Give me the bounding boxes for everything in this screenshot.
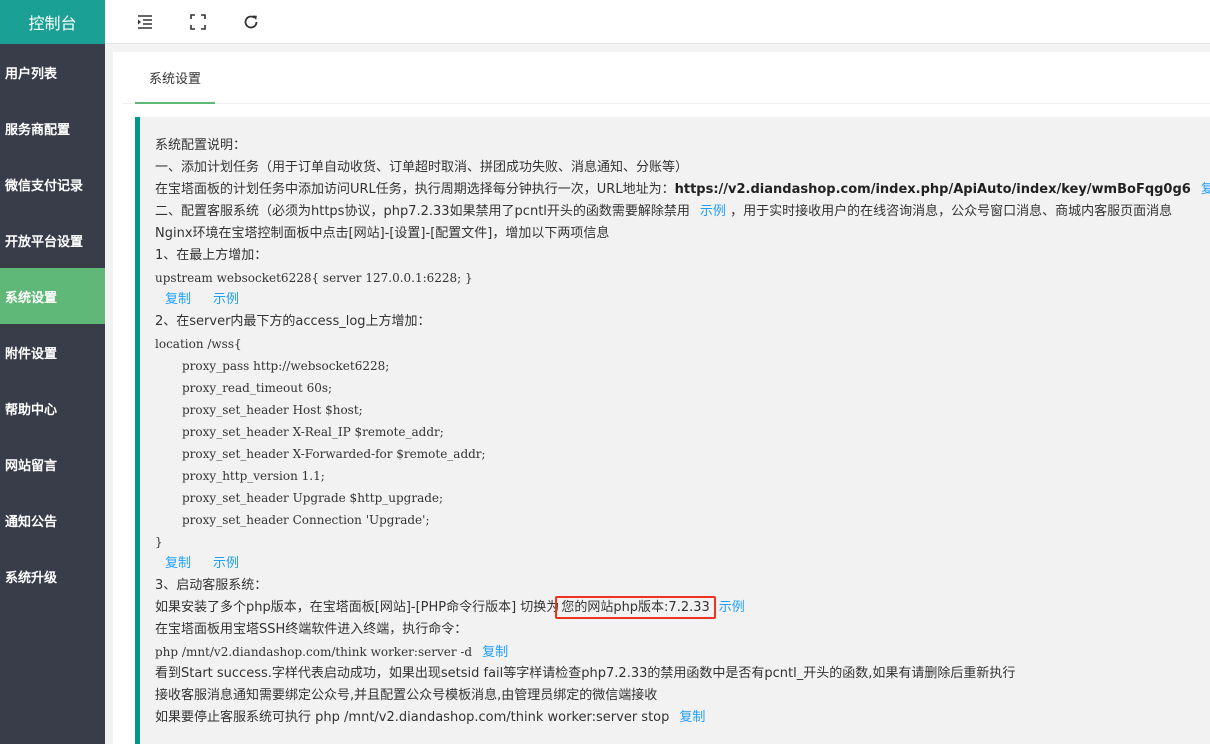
- sidebar-item-attachment-settings[interactable]: 附件设置: [0, 324, 105, 380]
- stop-instruction: 如果要停止客服系统可执行 php /mnt/v2.diandashop.com/…: [155, 707, 1210, 729]
- top-toolbar: [105, 0, 1210, 44]
- copy-stop-command-link[interactable]: 复制: [679, 710, 705, 725]
- upstream-actions: 复制 示例: [155, 289, 1210, 311]
- php-version-text: 如果安装了多个php版本，在宝塔面板[网站]-[PHP命令行版本] 切换为: [155, 600, 560, 615]
- code-line: proxy_pass http://websocket6228;: [182, 359, 390, 373]
- start-success-note: 看到Start success.字样代表启动成功，如果出现setsid fail…: [155, 666, 1016, 681]
- console-logo[interactable]: 控制台: [0, 0, 105, 44]
- step-cron-desc: 在宝塔面板的计划任务中添加访问URL任务，执行周期选择每分钟执行一次，URL地址…: [155, 179, 1210, 201]
- sidebar-item-open-platform[interactable]: 开放平台设置: [0, 212, 105, 268]
- code-line: proxy_set_header X-Real_IP $remote_addr;: [182, 425, 444, 439]
- location-close-code: }: [155, 535, 163, 549]
- nginx-instruction: Nginx环境在宝塔控制面板中点击[网站]-[设置]-[配置文件]，增加以下两项…: [155, 226, 610, 241]
- sidebar-item-announcements[interactable]: 通知公告: [0, 492, 105, 548]
- stop-command: php /mnt/v2.diandashop.com/think worker:…: [315, 710, 670, 725]
- sidebar-item-wechat-pay-records[interactable]: 微信支付记录: [0, 156, 105, 212]
- fullscreen-icon[interactable]: [183, 7, 213, 37]
- cron-url: https://v2.diandashop.com/index.php/ApiA…: [674, 182, 1191, 197]
- sidebar-item-system-upgrade[interactable]: 系统升级: [0, 548, 105, 604]
- copy-cron-url-link[interactable]: 复制: [1201, 182, 1210, 197]
- sidebar-item-system-settings[interactable]: 系统设置: [0, 268, 105, 324]
- step1-title: 1、在最上方增加：: [155, 248, 268, 263]
- service-title-rest: ，用于实时接收用户的在线咨询消息，公众号窗口消息、商城内客服页面消息: [730, 204, 1173, 219]
- location-example-link[interactable]: 示例: [213, 556, 239, 571]
- service-title-text: 二、配置客服系统（必须为https协议，php7.2.33如果禁用了pcntl开…: [155, 204, 690, 219]
- sidebar-item-user-list[interactable]: 用户列表: [0, 44, 105, 100]
- start-command: php /mnt/v2.diandashop.com/think worker:…: [155, 641, 1210, 663]
- sidebar-item-site-messages[interactable]: 网站留言: [0, 436, 105, 492]
- upstream-example-link[interactable]: 示例: [213, 292, 239, 307]
- code-line: proxy_set_header Host $host;: [182, 403, 363, 417]
- copy-upstream-link[interactable]: 复制: [165, 292, 191, 307]
- stop-instruction-text: 如果要停止客服系统可执行: [155, 710, 312, 725]
- main-panel: 系统设置 系统配置说明： 一、添加计划任务（用于订单自动收货、订单超时取消、拼团…: [113, 52, 1210, 744]
- step-cron-title: 一、添加计划任务（用于订单自动收货、订单超时取消、拼团成功失败、消息通知、分账等…: [155, 160, 689, 175]
- copy-location-link[interactable]: 复制: [165, 556, 191, 571]
- code-line: proxy_http_version 1.1;: [182, 469, 325, 483]
- refresh-icon[interactable]: [236, 7, 266, 37]
- location-actions: 复制 示例: [155, 553, 1210, 575]
- code-line: proxy_set_header Connection 'Upgrade';: [182, 513, 430, 527]
- php-version-highlight: 您的网站php版本:7.2.33: [555, 596, 716, 619]
- php-version-example-link[interactable]: 示例: [719, 600, 745, 615]
- code-line: proxy_read_timeout 60s;: [182, 381, 333, 395]
- instructions-title: 系统配置说明：: [155, 138, 247, 153]
- cron-desc-text: 在宝塔面板的计划任务中添加访问URL任务，执行周期选择每分钟执行一次，URL地址…: [155, 182, 675, 197]
- sidebar: 控制台 用户列表 服务商配置 微信支付记录 开放平台设置 系统设置 附件设置 帮…: [0, 0, 105, 744]
- code-line: proxy_set_header Upgrade $http_upgrade;: [182, 491, 444, 505]
- upstream-code: upstream websocket6228{ server 127.0.0.1…: [155, 271, 473, 285]
- location-open-code: location /wss{: [155, 337, 242, 351]
- php-version-instruction: 如果安装了多个php版本，在宝塔面板[网站]-[PHP命令行版本] 切换为 您的网…: [155, 596, 1210, 619]
- pcntl-example-link[interactable]: 示例: [700, 204, 726, 219]
- menu-fold-icon[interactable]: [130, 7, 160, 37]
- ssh-instruction: 在宝塔面板用宝塔SSH终端软件进入终端，执行命令：: [155, 622, 468, 637]
- sidebar-item-help-center[interactable]: 帮助中心: [0, 380, 105, 436]
- sidebar-item-provider-config[interactable]: 服务商配置: [0, 100, 105, 156]
- step-service-title: 二、配置客服系统（必须为https协议，php7.2.33如果禁用了pcntl开…: [155, 201, 1210, 223]
- copy-start-command-link[interactable]: 复制: [482, 644, 508, 659]
- step3-title: 3、启动客服系统：: [155, 578, 268, 593]
- tab-system-settings[interactable]: 系统设置: [135, 52, 215, 104]
- step2-title: 2、在server内最下方的access_log上方增加：: [155, 314, 431, 329]
- bind-account-note: 接收客服消息通知需要绑定公众号,并且配置公众号模板消息,由管理员绑定的微信端接收: [155, 688, 658, 703]
- code-line: proxy_set_header X-Forwarded-for $remote…: [182, 447, 486, 461]
- config-instructions: 系统配置说明： 一、添加计划任务（用于订单自动收货、订单超时取消、拼团成功失败、…: [135, 117, 1210, 744]
- tab-bar: 系统设置: [123, 52, 1210, 104]
- start-command-text: php /mnt/v2.diandashop.com/think worker:…: [155, 645, 473, 659]
